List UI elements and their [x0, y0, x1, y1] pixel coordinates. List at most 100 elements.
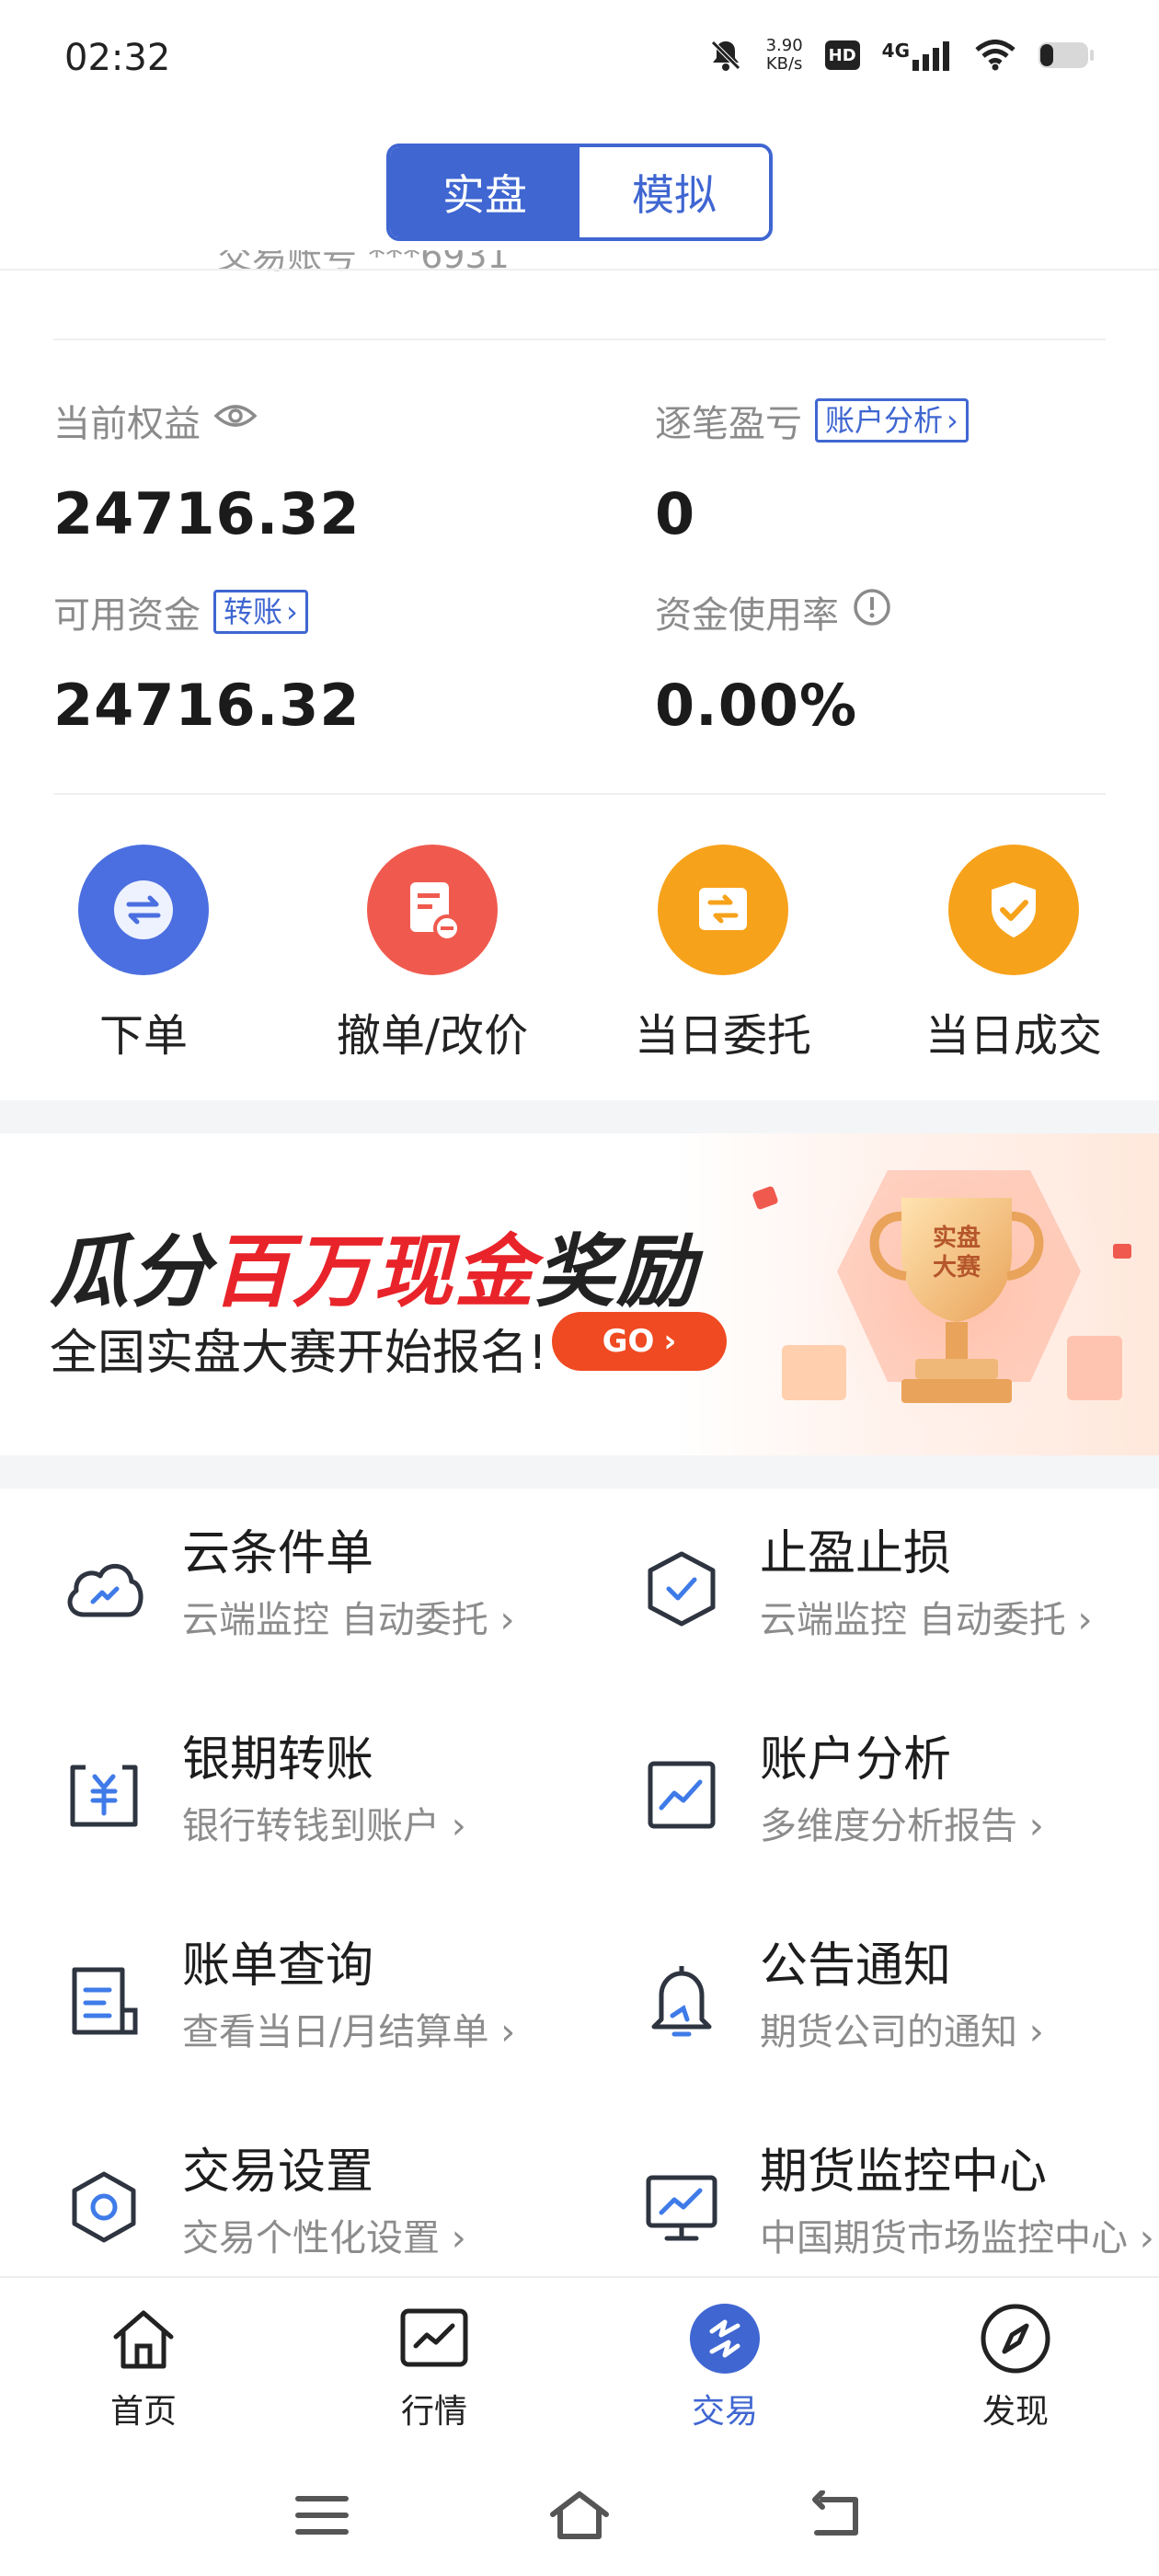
divider [53, 793, 1106, 795]
trophy-text-2: 大赛 [933, 1253, 981, 1282]
feature-title: 账单查询 [182, 1938, 374, 1994]
quick-action-label: 下单 [98, 1010, 188, 1062]
feature-subtitle: 期货公司的通知 › [760, 2002, 1044, 2055]
feature-title: 云条件单 [182, 1526, 374, 1581]
chevron-right-icon: › [663, 1323, 677, 1360]
feature-title: 交易设置 [182, 2145, 374, 2200]
feature-cloud-order[interactable]: 云条件单 云端监控 自动委托 › [53, 1514, 605, 1671]
shield-check-icon [631, 1538, 732, 1639]
monitor-icon [631, 2156, 732, 2258]
feature-subtitle-text: 中国期货市场监控中心 [760, 2217, 1128, 2260]
network-type: 4G [881, 40, 910, 62]
feature-title: 银期转账 [182, 1732, 374, 1788]
feature-subtitle-text: 银行转钱到账户 [182, 1805, 440, 1847]
usage-value: 0.00% [655, 672, 858, 739]
chevron-right-icon: › [499, 1599, 515, 1641]
feature-subtitle: 云端监控 自动委托 › [760, 1590, 1092, 1643]
today-trades-icon [948, 845, 1079, 975]
feature-subtitle: 多维度分析报告 › [760, 1796, 1044, 1849]
equity-value: 24716.32 [53, 480, 361, 547]
go-button[interactable]: GO › [552, 1312, 727, 1371]
nav-home[interactable]: 首页 [52, 2300, 235, 2432]
system-home-icon[interactable] [543, 2488, 616, 2543]
pnl-label-row: 逐笔盈亏 账户分析 › [655, 394, 969, 447]
transfer-tag-label: 转账 [224, 594, 283, 629]
equity-label-row: 当前权益 [53, 394, 258, 447]
pnl-value: 0 [655, 480, 696, 547]
menu-icon[interactable] [285, 2488, 359, 2543]
yen-transfer-icon [53, 1744, 155, 1846]
feature-title: 账户分析 [760, 1732, 952, 1788]
account-mode-switch: 实盘 模拟 [386, 144, 773, 241]
quick-action-label: 当日委托 [634, 1010, 811, 1062]
quick-action-label: 撤单/改价 [336, 1010, 529, 1062]
header-divider [0, 269, 1159, 270]
system-nav-bar [0, 2451, 1159, 2576]
banner-title: 瓜分百万现金奖励 [50, 1207, 697, 1322]
nav-label: 首页 [109, 2393, 177, 2431]
quick-action-today-trades[interactable]: 当日成交 [894, 845, 1133, 1064]
status-bar: 02:32 3.90 KB/s HD 4G [0, 0, 1159, 120]
pnl-label: 逐笔盈亏 [655, 403, 802, 445]
quick-action-place-order[interactable]: 下单 [24, 845, 263, 1064]
feature-bank-transfer[interactable]: 银期转账 银行转钱到账户 › [53, 1720, 605, 1877]
equity-label: 当前权益 [53, 403, 201, 445]
place-order-icon [78, 845, 209, 975]
back-icon[interactable] [800, 2488, 874, 2543]
feature-title: 公告通知 [760, 1938, 952, 1994]
eye-icon[interactable] [213, 397, 258, 443]
net-speed: 3.90 KB/s [766, 37, 803, 74]
tab-simulated[interactable]: 模拟 [580, 147, 769, 237]
today-orders-icon [658, 845, 788, 975]
available-label: 可用资金 [53, 594, 201, 637]
trade-icon [686, 2300, 763, 2377]
feature-monitor-center[interactable]: 期货监控中心 中国期货市场监控中心 › [631, 2133, 1159, 2289]
trophy-text-1: 实盘 [933, 1224, 981, 1252]
feature-account-analysis[interactable]: 账户分析 多维度分析报告 › [631, 1720, 1159, 1877]
nav-label: 交易 [691, 2393, 758, 2431]
info-icon[interactable] [852, 587, 892, 637]
quick-action-cancel-modify[interactable]: 撤单/改价 [313, 845, 552, 1064]
tab-live[interactable]: 实盘 [390, 147, 580, 237]
chevron-right-icon: › [1077, 1599, 1093, 1641]
bottom-nav: 首页 行情 交易 发现 [0, 2276, 1159, 2451]
home-icon [105, 2300, 182, 2377]
competition-banner[interactable]: 瓜分百万现金奖励 全国实盘大赛开始报名! GO › 实盘 大赛 [0, 1133, 1159, 1455]
section-gap [0, 1455, 1159, 1489]
mute-bell-icon [707, 37, 744, 74]
cloud-icon [53, 1538, 155, 1639]
banner-subtitle: 全国实盘大赛开始报名! [50, 1326, 547, 1381]
account-analysis-tag[interactable]: 账户分析 › [815, 398, 969, 443]
hexagon-settings-icon [53, 2156, 155, 2258]
quick-action-today-orders[interactable]: 当日委托 [603, 845, 843, 1064]
wifi-icon [975, 40, 1016, 71]
feature-stop-profit-loss[interactable]: 止盈止损 云端监控 自动委托 › [631, 1514, 1159, 1671]
feature-subtitle-text: 云端监控 自动委托 [760, 1599, 1066, 1641]
feature-trade-settings[interactable]: 交易设置 交易个性化设置 › [53, 2133, 605, 2289]
usage-label-row: 资金使用率 [655, 585, 892, 638]
feature-subtitle-text: 查看当日/月结算单 [182, 2011, 489, 2053]
nav-market[interactable]: 行情 [342, 2300, 526, 2432]
available-label-row: 可用资金 转账 › [53, 585, 308, 638]
feature-subtitle-text: 多维度分析报告 [760, 1805, 1017, 1847]
usage-label: 资金使用率 [655, 594, 839, 637]
quick-action-label: 当日成交 [924, 1010, 1102, 1062]
hd-icon: HD [824, 40, 860, 70]
feature-subtitle: 交易个性化设置 › [182, 2208, 466, 2261]
feature-bill-query[interactable]: 账单查询 查看当日/月结算单 › [53, 1926, 605, 2083]
trophy-illustration: 实盘 大赛 [752, 1133, 1131, 1446]
banner-title-pre: 瓜分 [50, 1226, 212, 1318]
nav-trade[interactable]: 交易 [633, 2300, 817, 2432]
feature-subtitle-text: 云端监控 自动委托 [182, 1599, 488, 1641]
feature-announcements[interactable]: 公告通知 期货公司的通知 › [631, 1926, 1159, 2083]
divider [53, 339, 1106, 340]
battery-icon [1038, 40, 1095, 70]
chevron-right-icon: › [1028, 2011, 1044, 2053]
available-value: 24716.32 [53, 672, 361, 739]
feature-subtitle-text: 期货公司的通知 [760, 2011, 1017, 2053]
net-speed-unit: KB/s [765, 54, 803, 74]
chart-icon [631, 1744, 732, 1846]
nav-discover[interactable]: 发现 [924, 2300, 1107, 2432]
transfer-tag[interactable]: 转账 › [213, 590, 308, 634]
status-time: 02:32 [64, 37, 171, 79]
